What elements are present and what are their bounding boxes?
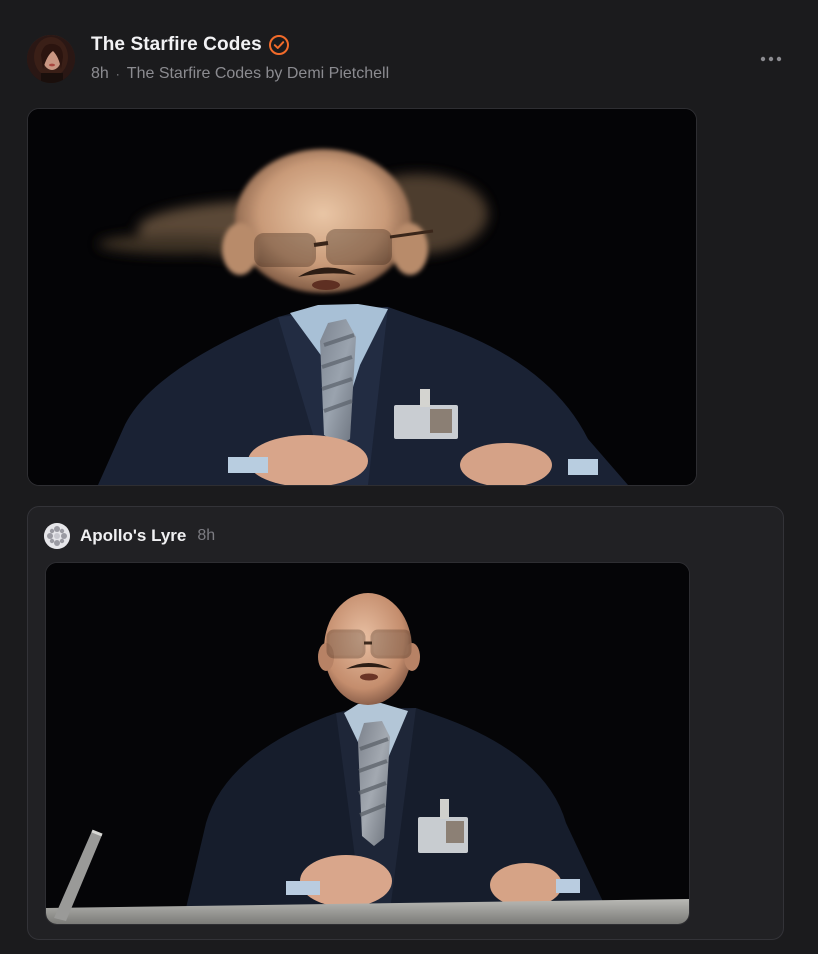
meta-separator: · xyxy=(115,67,120,81)
author-avatar[interactable] xyxy=(27,35,75,83)
author-name[interactable]: The Starfire Codes xyxy=(91,34,262,56)
more-horizontal-icon xyxy=(760,56,782,62)
quoted-post-card[interactable]: Apollo's Lyre 8h xyxy=(27,506,784,940)
author-line: The Starfire Codes xyxy=(91,34,290,56)
post-meta: 8h · The Starfire Codes by Demi Pietchel… xyxy=(91,65,389,83)
post-image[interactable] xyxy=(27,108,697,486)
quoted-author-avatar[interactable] xyxy=(44,523,70,549)
publication-name[interactable]: The Starfire Codes by Demi Pietchell xyxy=(127,65,389,83)
post-time[interactable]: 8h xyxy=(91,65,109,83)
verified-check-icon xyxy=(268,34,290,56)
feed-post: The Starfire Codes 8h · The Starfire Cod… xyxy=(0,0,818,954)
quoted-post-time[interactable]: 8h xyxy=(197,527,215,545)
more-options-button[interactable] xyxy=(752,48,790,70)
quoted-post-header: Apollo's Lyre 8h xyxy=(44,523,215,549)
quoted-post-image[interactable] xyxy=(45,562,690,925)
quoted-author-name[interactable]: Apollo's Lyre xyxy=(80,526,186,546)
